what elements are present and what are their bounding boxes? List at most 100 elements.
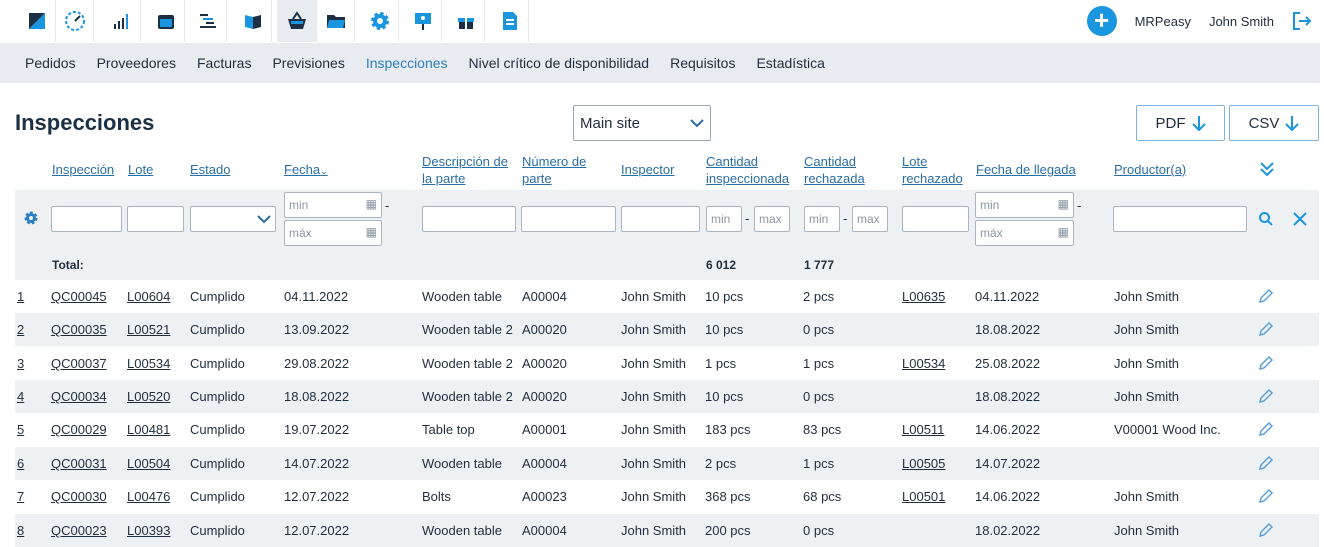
edit-pencil-icon[interactable] <box>1258 455 1274 471</box>
edit-pencil-icon[interactable] <box>1258 355 1274 371</box>
filter-descripcion-input[interactable] <box>422 206 516 232</box>
logout-icon[interactable] <box>1292 10 1314 32</box>
cell-lote[interactable]: L00504 <box>127 456 170 471</box>
header-inspeccion[interactable]: Inspección <box>52 161 114 178</box>
cell-lote[interactable]: L00604 <box>127 289 170 304</box>
cell-lote[interactable]: L00481 <box>127 422 170 437</box>
cell-insp[interactable]: QC00034 <box>51 389 107 404</box>
cell-lote[interactable]: L00393 <box>127 523 170 538</box>
logo-icon[interactable] <box>19 0 56 42</box>
filter-llegada-max[interactable]: máx ▦ <box>975 220 1074 246</box>
calendar-icon[interactable]: ▦ <box>1058 197 1069 211</box>
csv-export-button[interactable]: CSV <box>1229 105 1319 141</box>
nav-proveedores[interactable]: Proveedores <box>97 55 176 71</box>
edit-pencil-icon[interactable] <box>1258 421 1274 437</box>
cell-n[interactable]: 1 <box>17 289 24 304</box>
filter-fecha-min[interactable]: min ▦ <box>284 192 382 218</box>
nav-facturas[interactable]: Facturas <box>197 55 251 71</box>
cell-n[interactable]: 6 <box>17 456 24 471</box>
table-row[interactable]: 1 QC00045 L00604 Cumplido 04.11.2022 Wooden t… <box>15 280 1319 313</box>
cell-insp[interactable]: QC00037 <box>51 356 107 371</box>
header-lote[interactable]: Lote <box>128 161 153 178</box>
calendar-icon[interactable]: ▦ <box>366 197 377 211</box>
filter-cant-rech-min[interactable]: min <box>804 206 840 232</box>
filter-lote-rech-input[interactable] <box>902 206 969 232</box>
edit-pencil-icon[interactable] <box>1258 488 1274 504</box>
nav-nivel-critico[interactable]: Nivel crítico de disponibilidad <box>469 55 650 71</box>
cell-n[interactable]: 5 <box>17 422 24 437</box>
company-name[interactable]: MRPeasy <box>1135 14 1191 29</box>
document-icon[interactable] <box>492 0 529 42</box>
calendar-icon[interactable] <box>148 0 185 42</box>
cell-n[interactable]: 7 <box>17 489 24 504</box>
table-row[interactable]: 4 QC00034 L00520 Cumplido 18.08.2022 Wooden t… <box>15 380 1319 413</box>
cell-lote[interactable]: L00534 <box>127 356 170 371</box>
cell-lote[interactable]: L00520 <box>127 389 170 404</box>
filter-lote-input[interactable] <box>127 206 184 232</box>
user-name[interactable]: John Smith <box>1209 14 1274 29</box>
filter-cant-insp-max[interactable]: max <box>754 206 790 232</box>
book-icon[interactable] <box>235 0 272 42</box>
header-descripcion[interactable]: Descripción de la parte <box>422 153 508 187</box>
cell-lr[interactable]: L00635 <box>902 289 945 304</box>
edit-pencil-icon[interactable] <box>1258 288 1274 304</box>
cell-n[interactable]: 8 <box>17 523 24 538</box>
header-fecha[interactable]: Fecha⌄ <box>284 161 328 180</box>
header-estado[interactable]: Estado <box>190 161 230 178</box>
header-cantidad-rechazada[interactable]: Cantidad rechazada <box>804 153 865 187</box>
pdf-export-button[interactable]: PDF <box>1136 105 1225 141</box>
chart-icon[interactable] <box>104 0 141 42</box>
expand-columns-icon[interactable] <box>1259 161 1275 177</box>
cell-insp[interactable]: QC00023 <box>51 523 107 538</box>
gift-icon[interactable] <box>448 0 485 42</box>
table-row[interactable]: 6 QC00031 L00504 Cumplido 14.07.2022 Wooden t… <box>15 447 1319 480</box>
add-button[interactable]: + <box>1086 6 1117 36</box>
cell-insp[interactable]: QC00030 <box>51 489 107 504</box>
nav-inspecciones[interactable]: Inspecciones <box>366 55 448 71</box>
nav-previsiones[interactable]: Previsiones <box>272 55 344 71</box>
cell-n[interactable]: 2 <box>17 322 24 337</box>
table-row[interactable]: 5 QC00029 L00481 Cumplido 19.07.2022 Table to… <box>15 413 1319 446</box>
cell-lote[interactable]: L00521 <box>127 322 170 337</box>
cell-n[interactable]: 3 <box>17 356 24 371</box>
header-fecha-llegada[interactable]: Fecha de llegada <box>976 161 1076 178</box>
filter-estado-select[interactable] <box>190 206 276 232</box>
cell-lr[interactable]: L00534 <box>902 356 945 371</box>
table-row[interactable]: 2 QC00035 L00521 Cumplido 13.09.2022 Wooden t… <box>15 313 1319 346</box>
filter-cant-insp-min[interactable]: min <box>706 206 742 232</box>
folder-icon[interactable] <box>318 0 355 42</box>
nav-estadistica[interactable]: Estadística <box>756 55 824 71</box>
calendar-icon[interactable]: ▦ <box>1058 225 1069 239</box>
cell-insp[interactable]: QC00031 <box>51 456 107 471</box>
nav-pedidos[interactable]: Pedidos <box>25 55 76 71</box>
cell-lr[interactable]: L00505 <box>902 456 945 471</box>
table-row[interactable]: 3 QC00037 L00534 Cumplido 29.08.2022 Wooden t… <box>15 347 1319 380</box>
cell-insp[interactable]: QC00029 <box>51 422 107 437</box>
filter-productor-input[interactable] <box>1113 206 1247 232</box>
filter-inspeccion-input[interactable] <box>51 206 122 232</box>
filter-numero-input[interactable] <box>521 206 616 232</box>
filter-fecha-max[interactable]: máx ▦ <box>284 220 382 246</box>
cell-n[interactable]: 4 <box>17 389 24 404</box>
header-lote-rechazado[interactable]: Lote rechazado <box>902 153 963 187</box>
table-row[interactable]: 8 QC00023 L00393 Cumplido 12.07.2022 Wooden t… <box>15 514 1319 547</box>
gantt-icon[interactable] <box>190 0 227 42</box>
gear-icon[interactable] <box>362 0 399 42</box>
edit-pencil-icon[interactable] <box>1258 522 1274 538</box>
basket-icon[interactable] <box>277 0 317 42</box>
filter-llegada-min[interactable]: min ▦ <box>975 192 1074 218</box>
calendar-icon[interactable]: ▦ <box>366 225 377 239</box>
cell-lr[interactable]: L00501 <box>902 489 945 504</box>
header-cantidad-inspeccionada[interactable]: Cantidad inspeccionada <box>706 153 789 187</box>
header-numero-parte[interactable]: Número de parte <box>522 153 586 187</box>
settings-gear-icon[interactable] <box>23 210 39 226</box>
filter-cant-rech-max[interactable]: max <box>852 206 888 232</box>
search-icon[interactable] <box>1258 211 1274 227</box>
edit-pencil-icon[interactable] <box>1258 321 1274 337</box>
site-select[interactable]: Main site <box>573 105 711 141</box>
cell-lote[interactable]: L00476 <box>127 489 170 504</box>
filter-inspector-input[interactable] <box>621 206 700 232</box>
cell-lr[interactable]: L00511 <box>902 422 944 437</box>
header-productor[interactable]: Productor(a) <box>1114 161 1186 178</box>
header-inspector[interactable]: Inspector <box>621 161 674 178</box>
